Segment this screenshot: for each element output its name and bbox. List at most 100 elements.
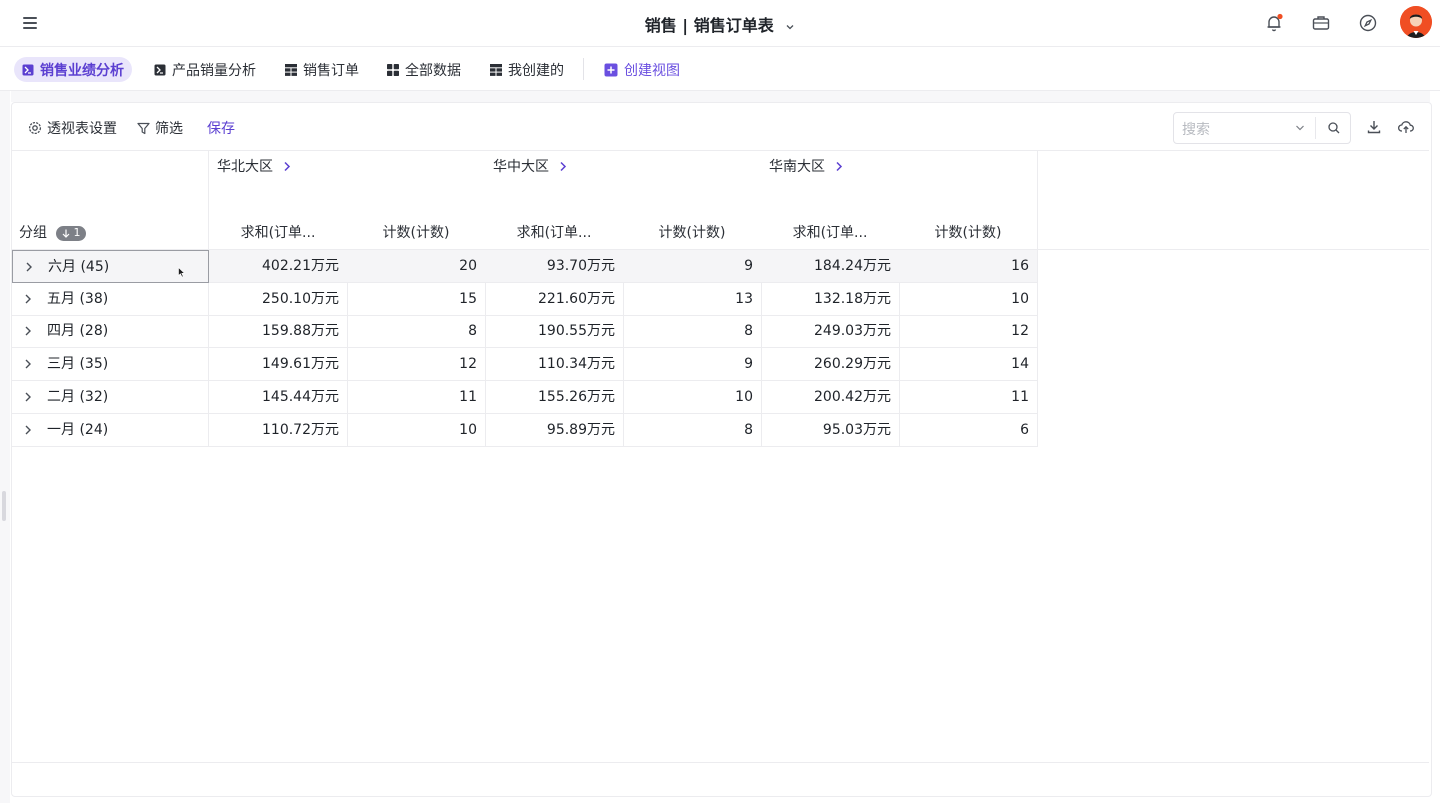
chevron-right-icon[interactable] — [283, 161, 291, 172]
sum-cell[interactable]: 190.55万元 — [485, 315, 624, 349]
chevron-right-icon[interactable] — [22, 391, 34, 403]
sum-cell[interactable]: 149.61万元 — [209, 348, 348, 382]
download-icon[interactable] — [1365, 118, 1383, 136]
sum-cell[interactable]: 110.34万元 — [485, 348, 624, 382]
count-cell[interactable]: 9 — [623, 348, 762, 382]
tab-sales-performance[interactable]: 销售业绩分析 — [14, 57, 132, 82]
sum-cell[interactable]: 110.72万元 — [209, 413, 348, 447]
sum-cell[interactable]: 159.88万元 — [209, 315, 348, 349]
table-row[interactable]: 四月 (28) 159.88万元 8 190.55万元 8 249.03万元 12 — [12, 315, 1038, 349]
sum-cell[interactable]: 249.03万元 — [761, 315, 900, 349]
tab-sales-orders[interactable]: 销售订单 — [277, 57, 367, 82]
measure-header-count[interactable]: 计数(计数) — [899, 217, 1038, 250]
sum-cell[interactable]: 145.44万元 — [209, 380, 348, 414]
count-cell[interactable]: 10 — [899, 282, 1038, 316]
group-label: 分组 — [19, 225, 47, 241]
pivot-settings-button[interactable]: 透视表设置 — [28, 118, 117, 138]
arrow-down-icon — [63, 229, 70, 238]
tab-product-sales[interactable]: 产品销量分析 — [146, 57, 264, 82]
region-label: 华中大区 — [493, 159, 549, 175]
chevron-right-icon[interactable] — [22, 325, 34, 337]
measure-label: 求和(订单... — [516, 225, 592, 241]
group-cell[interactable]: 四月 (28) — [12, 315, 209, 349]
count-cell[interactable]: 6 — [899, 413, 1038, 447]
sum-cell[interactable]: 250.10万元 — [209, 282, 348, 316]
chevron-right-icon[interactable] — [835, 161, 843, 172]
count-cell[interactable]: 9 — [623, 250, 762, 283]
sum-cell[interactable]: 132.18万元 — [761, 282, 900, 316]
count-cell[interactable]: 14 — [899, 348, 1038, 382]
count-cell[interactable]: 10 — [347, 413, 486, 447]
sum-cell[interactable]: 95.03万元 — [761, 413, 900, 447]
count-cell[interactable]: 8 — [623, 413, 762, 447]
sum-cell[interactable]: 402.21万元 — [209, 250, 348, 283]
sum-cell[interactable]: 200.42万元 — [761, 380, 900, 414]
search-icon[interactable] — [1327, 121, 1341, 135]
group-header[interactable]: 分组 1 — [12, 217, 209, 250]
chevron-right-icon[interactable] — [559, 161, 567, 172]
save-button[interactable]: 保存 — [207, 118, 235, 138]
measure-header-sum[interactable]: 求和(订单... — [485, 217, 624, 250]
search-box[interactable]: 搜索 — [1173, 112, 1351, 144]
count-cell[interactable]: 12 — [347, 348, 486, 382]
sum-cell[interactable]: 184.24万元 — [761, 250, 900, 283]
table-row[interactable]: 一月 (24) 110.72万元 10 95.89万元 8 95.03万元 6 — [12, 413, 1038, 447]
region-header-north[interactable]: 华北大区 — [209, 151, 486, 184]
measure-header-count[interactable]: 计数(计数) — [623, 217, 762, 250]
page-title[interactable]: 销售 | 销售订单表 — [0, 12, 1440, 36]
tab-label: 销售订单 — [303, 62, 359, 79]
count-cell[interactable]: 12 — [899, 315, 1038, 349]
chevron-down-icon[interactable] — [1295, 123, 1305, 133]
group-cell[interactable]: 一月 (24) — [12, 413, 209, 447]
table-row[interactable]: 二月 (32) 145.44万元 11 155.26万元 10 200.42万元 11 — [12, 380, 1038, 414]
sort-badge[interactable]: 1 — [56, 225, 87, 241]
count-cell[interactable]: 11 — [899, 380, 1038, 414]
left-gutter — [0, 91, 10, 803]
sum-cell[interactable]: 95.89万元 — [485, 413, 624, 447]
region-header-central[interactable]: 华中大区 — [485, 151, 762, 184]
count-cell[interactable]: 8 — [347, 315, 486, 349]
table-row[interactable]: 三月 (35) 149.61万元 12 110.34万元 9 260.29万元 14 — [12, 348, 1038, 382]
count-cell[interactable]: 13 — [623, 282, 762, 316]
chevron-right-icon[interactable] — [22, 424, 34, 436]
briefcase-icon[interactable] — [1310, 12, 1332, 34]
filter-button[interactable]: 筛选 — [137, 118, 183, 138]
group-label: 一月 (24) — [47, 421, 109, 438]
count-cell[interactable]: 10 — [623, 380, 762, 414]
chevron-right-icon[interactable] — [22, 293, 34, 305]
measure-header-sum[interactable]: 求和(订单... — [209, 217, 348, 250]
count-cell[interactable]: 11 — [347, 380, 486, 414]
group-cell[interactable]: 三月 (35) — [12, 348, 209, 382]
chevron-right-icon[interactable] — [22, 358, 34, 370]
table-row[interactable]: 五月 (38) 250.10万元 15 221.60万元 13 132.18万元 10 — [12, 282, 1038, 316]
avatar[interactable] — [1400, 6, 1432, 38]
region-header-south[interactable]: 华南大区 — [761, 151, 1038, 184]
create-view-button[interactable]: 创建视图 — [596, 57, 688, 82]
table-row[interactable]: 六月 (45) 402.21万元 20 93.70万元 9 184.24万元 16 — [12, 250, 1038, 283]
tab-created-by-me[interactable]: 我创建的 — [482, 57, 572, 82]
compass-icon[interactable] — [1357, 12, 1379, 34]
bell-icon[interactable] — [1263, 12, 1285, 34]
search-input[interactable]: 搜索 — [1182, 119, 1210, 139]
measure-header-count[interactable]: 计数(计数) — [347, 217, 486, 250]
measure-header-sum[interactable]: 求和(订单... — [761, 217, 900, 250]
sum-cell[interactable]: 155.26万元 — [485, 380, 624, 414]
group-cell[interactable]: 五月 (38) — [12, 282, 209, 316]
sum-cell[interactable]: 93.70万元 — [485, 250, 624, 283]
upload-cloud-icon[interactable] — [1397, 118, 1415, 136]
count-cell[interactable]: 16 — [899, 250, 1038, 283]
count-cell[interactable]: 8 — [623, 315, 762, 349]
count-cell[interactable]: 20 — [347, 250, 486, 283]
tab-all-data[interactable]: 全部数据 — [379, 57, 469, 82]
count-cell[interactable]: 15 — [347, 282, 486, 316]
sum-cell[interactable]: 221.60万元 — [485, 282, 624, 316]
resize-handle[interactable] — [2, 491, 6, 521]
chevron-right-icon[interactable] — [23, 261, 35, 273]
tab-label: 销售业绩分析 — [40, 62, 124, 79]
sum-cell[interactable]: 260.29万元 — [761, 348, 900, 382]
tab-label: 我创建的 — [508, 62, 564, 79]
group-label: 二月 (32) — [47, 388, 109, 405]
group-cell[interactable]: 二月 (32) — [12, 380, 209, 414]
header-divider — [1038, 249, 1429, 250]
group-label: 三月 (35) — [47, 356, 109, 373]
